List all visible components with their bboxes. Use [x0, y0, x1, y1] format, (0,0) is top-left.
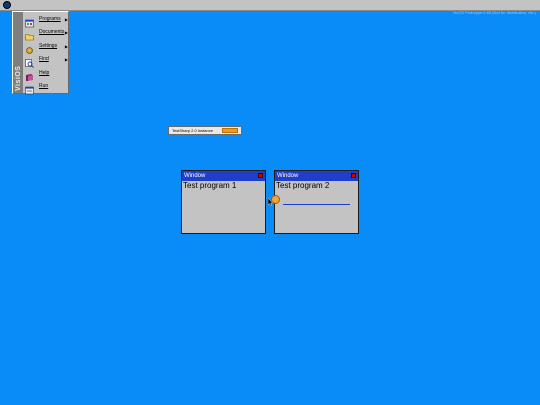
version-label: VisOS Prototype 0.69 (Not for distributi… [452, 10, 536, 15]
run-icon [25, 82, 34, 94]
start-menu-item-documents[interactable]: Documents ▶ [25, 26, 69, 40]
submenu-arrow-icon: ▶ [64, 29, 68, 35]
start-menu-item-programs[interactable]: Programs ▶ [25, 13, 69, 27]
submenu-arrow-icon: ▶ [64, 56, 68, 62]
help-icon [25, 69, 34, 81]
window-title: Window [277, 173, 299, 179]
window-titlebar[interactable]: Window [182, 171, 265, 181]
window-content-text: Test program 1 [183, 181, 237, 190]
progress-indicator [222, 128, 238, 133]
start-menu-brand: VisiOS [15, 65, 22, 91]
start-menu-item-help[interactable]: Help [25, 67, 69, 81]
divider-line [283, 204, 350, 205]
close-icon[interactable] [351, 173, 356, 178]
window-titlebar[interactable]: Window [275, 171, 358, 181]
running-app-label: TestSharp 2.0 Instance [172, 128, 213, 133]
start-menu-item-find[interactable]: Find ▶ [25, 53, 69, 68]
window-test-program-2[interactable]: Window Test program 2 [274, 170, 359, 234]
find-icon [25, 55, 34, 68]
window-test-program-1[interactable]: Window Test program 1 [181, 170, 266, 234]
start-logo-icon [2, 1, 11, 9]
mouse-cursor-icon [268, 198, 273, 206]
start-menu-brand-strip: VisiOS [13, 12, 23, 93]
submenu-arrow-icon: ▶ [64, 16, 68, 22]
start-menu-item-settings[interactable]: Settings ▶ [25, 40, 69, 54]
close-icon[interactable] [258, 173, 263, 178]
running-app-button[interactable]: TestSharp 2.0 Instance [168, 126, 242, 135]
window-content-text: Test program 2 [276, 181, 330, 190]
programs-icon [25, 15, 34, 27]
start-button[interactable] [1, 0, 12, 10]
window-title: Window [184, 173, 206, 179]
documents-icon [25, 28, 34, 40]
start-menu-item-run[interactable]: Run [25, 80, 69, 94]
settings-icon [25, 42, 34, 54]
start-menu: VisiOS Programs ▶ Documents ▶ Settings ▶… [12, 11, 69, 94]
submenu-arrow-icon: ▶ [64, 43, 68, 49]
